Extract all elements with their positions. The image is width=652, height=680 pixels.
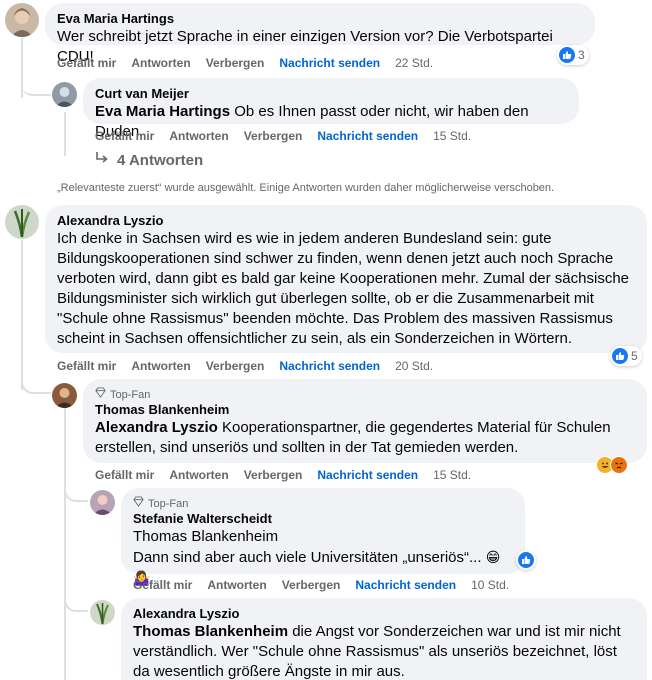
replies-count-label: 4 Antworten <box>117 151 204 169</box>
comment-bubble-c4: Top-Fan Thomas Blankenheim Alexandra Lys… <box>83 379 647 463</box>
like-button[interactable]: Gefällt mir <box>95 468 154 482</box>
send-message-button[interactable]: Nachricht senden <box>279 359 380 373</box>
send-message-button[interactable]: Nachricht senden <box>317 468 418 482</box>
timestamp[interactable]: 15 Std. <box>433 129 471 143</box>
top-fan-label: Top-Fan <box>148 497 189 510</box>
thread-curve-c4 <box>21 370 51 394</box>
comment-bubble-c1: Eva Maria Hartings Wer schreibt jetzt Sp… <box>45 3 595 65</box>
comment-author[interactable]: Alexandra Lyszio <box>133 606 635 622</box>
reply-button[interactable]: Antworten <box>169 468 228 482</box>
thread-line-c2 <box>64 112 66 156</box>
reply-button[interactable]: Antworten <box>207 578 266 592</box>
like-button[interactable]: Gefällt mir <box>57 359 116 373</box>
avatar-eva-maria-hartings[interactable] <box>5 3 39 37</box>
thread-curve-c6 <box>64 588 88 612</box>
comment-actions-c5: Gefällt mir Antworten Verbergen Nachrich… <box>133 578 524 592</box>
hide-button[interactable]: Verbergen <box>206 359 265 373</box>
like-reaction-icon <box>559 47 575 63</box>
mention-link[interactable]: Alexandra Lyszio <box>95 419 218 436</box>
comment-actions-c1: Gefällt mir Antworten Verbergen Nachrich… <box>57 56 448 70</box>
timestamp[interactable]: 20 Std. <box>395 359 433 373</box>
reply-button[interactable]: Antworten <box>169 129 228 143</box>
timestamp[interactable]: 10 Std. <box>471 578 509 592</box>
reply-button[interactable]: Antworten <box>131 56 190 70</box>
comment-author[interactable]: Alexandra Lyszio <box>57 213 635 229</box>
comment-text-body: Dann sind aber auch viele Universitäten … <box>133 549 482 566</box>
thread-curve-c5 <box>64 478 88 502</box>
comment-bubble-c2: Curt van Meijer Eva Maria Hartings Ob es… <box>83 78 579 140</box>
comment-text: Thomas Blankenheim die Angst vor Sonderz… <box>133 622 635 680</box>
send-message-button[interactable]: Nachricht senden <box>279 56 380 70</box>
avatar-stefanie-walterscheidt[interactable] <box>90 490 115 515</box>
reply-button[interactable]: Antworten <box>131 359 190 373</box>
hide-button[interactable]: Verbergen <box>244 129 303 143</box>
view-replies-button[interactable]: 4 Antworten <box>95 151 203 169</box>
like-button[interactable]: Gefällt mir <box>57 56 116 70</box>
thread-line-c3 <box>21 240 23 390</box>
reaction-count: 5 <box>631 349 638 363</box>
avatar-curt-van-meijer[interactable] <box>52 82 77 107</box>
hide-button[interactable]: Verbergen <box>206 56 265 70</box>
comment-author[interactable]: Thomas Blankenheim <box>95 402 635 418</box>
angry-reaction-icon <box>610 456 628 474</box>
reply-arrow-icon <box>95 151 109 169</box>
send-message-button[interactable]: Nachricht senden <box>355 578 456 592</box>
top-fan-badge: Top-Fan <box>95 387 635 402</box>
mention-link[interactable]: Thomas Blankenheim <box>133 623 288 640</box>
like-button[interactable]: Gefällt mir <box>133 578 192 592</box>
reaction-count-c5[interactable] <box>516 550 536 570</box>
comment-bubble-c5: Top-Fan Stefanie Walterscheidt Thomas Bl… <box>121 488 525 586</box>
comment-author[interactable]: Eva Maria Hartings <box>57 11 583 27</box>
comment-bubble-c3: Alexandra Lyszio Ich denke in Sachsen wi… <box>45 205 647 353</box>
avatar-thomas-blankenheim[interactable] <box>52 383 77 408</box>
top-fan-label: Top-Fan <box>110 388 151 401</box>
reaction-icons-c4[interactable] <box>596 456 628 474</box>
like-button[interactable]: Gefällt mir <box>95 129 154 143</box>
timestamp[interactable]: 15 Std. <box>433 468 471 482</box>
comment-actions-c2: Gefällt mir Antworten Verbergen Nachrich… <box>95 129 486 143</box>
reaction-count: 3 <box>578 48 585 62</box>
timestamp[interactable]: 22 Std. <box>395 56 433 70</box>
diamond-icon <box>133 496 144 511</box>
hide-button[interactable]: Verbergen <box>244 468 303 482</box>
reaction-count-c1[interactable]: 3 <box>557 45 589 65</box>
comment-author[interactable]: Stefanie Walterscheidt <box>133 511 513 527</box>
thread-line-c4 <box>64 408 66 680</box>
comment-text: Ich denke in Sachsen wird es wie in jede… <box>57 230 629 347</box>
reaction-count-c3[interactable]: 5 <box>610 346 642 366</box>
avatar-alexandra-lyszio[interactable] <box>5 205 39 239</box>
comment-author[interactable]: Curt van Meijer <box>95 86 567 102</box>
comment-bubble-c6: Alexandra Lyszio Thomas Blankenheim die … <box>121 598 647 680</box>
diamond-icon <box>95 387 106 402</box>
send-message-button[interactable]: Nachricht senden <box>317 129 418 143</box>
thread-curve-c2 <box>21 80 51 96</box>
comment-actions-c4: Gefällt mir Antworten Verbergen Nachrich… <box>95 468 486 482</box>
avatar-alexandra-lyszio[interactable] <box>90 600 115 625</box>
top-fan-badge: Top-Fan <box>133 496 513 511</box>
like-reaction-icon <box>518 552 534 568</box>
mention-link[interactable]: Thomas Blankenheim <box>133 527 513 547</box>
sort-notice: „Relevanteste zuerst“ wurde ausgewählt. … <box>57 182 555 194</box>
comment-actions-c3: Gefällt mir Antworten Verbergen Nachrich… <box>57 359 448 373</box>
hide-button[interactable]: Verbergen <box>282 578 341 592</box>
comment-text: Alexandra Lyszio Kooperationspartner, di… <box>95 418 635 458</box>
mention-link[interactable]: Eva Maria Hartings <box>95 103 230 120</box>
like-reaction-icon <box>612 348 628 364</box>
